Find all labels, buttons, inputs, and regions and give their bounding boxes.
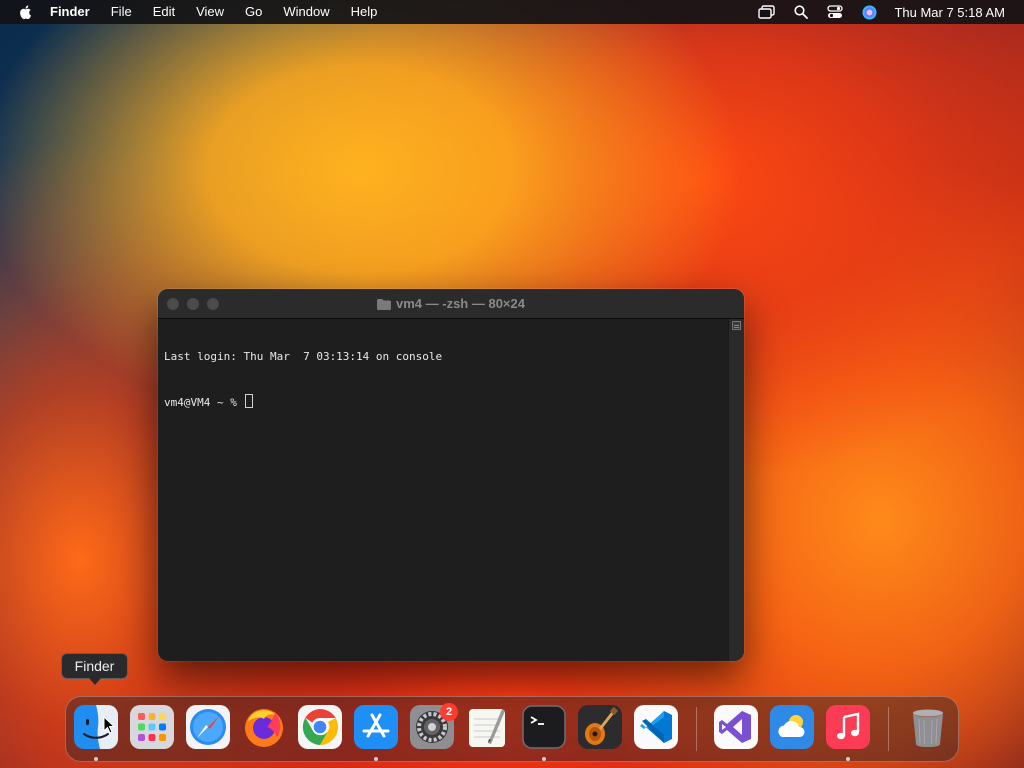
dock-garageband[interactable] (578, 705, 622, 749)
terminal-window[interactable]: vm4 — -zsh — 80×24 Last login: Thu Mar 7… (158, 289, 744, 661)
mouse-pointer-icon (103, 716, 115, 734)
dock-separator (888, 707, 889, 751)
menu-bar: Finder File Edit View Go Window Help Thu… (0, 0, 1024, 24)
weather-icon (770, 705, 814, 749)
dock-firefox[interactable] (242, 705, 286, 749)
dock: 2 (65, 696, 959, 762)
text-cursor (245, 393, 254, 408)
textedit-icon (469, 709, 505, 747)
terminal-icon (522, 705, 566, 749)
screen-mirroring-icon[interactable] (758, 4, 776, 20)
dock-app-store[interactable] (354, 705, 398, 749)
window-title-text: vm4 — -zsh — 80×24 (396, 296, 525, 311)
trash-icon (913, 709, 943, 747)
window-title: vm4 — -zsh — 80×24 (158, 296, 744, 311)
menu-window[interactable]: Window (283, 0, 329, 24)
running-indicator (542, 757, 546, 761)
menu-go[interactable]: Go (245, 0, 262, 24)
dock-tooltip: Finder (61, 653, 128, 685)
dock-vscode[interactable] (634, 705, 678, 749)
dock-chrome[interactable] (298, 705, 342, 749)
menu-finder[interactable]: Finder (50, 0, 90, 24)
launchpad-icon (130, 705, 174, 749)
menu-file[interactable]: File (111, 0, 132, 24)
dock-system-settings[interactable]: 2 (410, 703, 458, 749)
window-titlebar[interactable]: vm4 — -zsh — 80×24 (158, 289, 744, 319)
dock-launchpad[interactable] (130, 705, 174, 749)
visual-studio-icon (714, 705, 758, 749)
vscode-icon (634, 705, 678, 749)
control-center-icon[interactable] (826, 4, 844, 20)
menu-edit[interactable]: Edit (153, 0, 175, 24)
menu-view[interactable]: View (196, 0, 224, 24)
notification-badge: 2 (440, 703, 458, 721)
vertical-scrollbar[interactable] (728, 319, 744, 661)
terminal-prompt-line: vm4@VM4 ~ % (164, 393, 744, 411)
dock-safari[interactable] (186, 705, 230, 749)
dock-terminal[interactable] (522, 705, 566, 749)
menu-help[interactable]: Help (351, 0, 378, 24)
menu-clock[interactable]: Thu Mar 7 5:18 AM (894, 5, 1005, 20)
terminal-content[interactable]: Last login: Thu Mar 7 03:13:14 on consol… (158, 319, 744, 661)
safari-icon (186, 705, 230, 749)
dock-trash[interactable] (906, 705, 950, 749)
search-icon[interactable] (792, 4, 810, 20)
firefox-icon (245, 709, 283, 747)
dock-textedit[interactable] (466, 705, 510, 749)
music-icon (826, 705, 870, 749)
dock-music[interactable] (826, 705, 870, 749)
running-indicator (94, 757, 98, 761)
running-indicator (374, 757, 378, 761)
siri-icon[interactable] (860, 4, 878, 20)
dock-weather[interactable] (770, 705, 814, 749)
chrome-icon (298, 705, 342, 749)
folder-icon (377, 299, 391, 310)
running-indicator (846, 757, 850, 761)
guitar-icon (578, 705, 622, 749)
dock-visual-studio[interactable] (714, 705, 758, 749)
dock-separator (696, 707, 697, 751)
terminal-line-login: Last login: Thu Mar 7 03:13:14 on consol… (164, 350, 443, 363)
scroll-handle-icon[interactable] (732, 321, 741, 330)
terminal-prompt: vm4@VM4 ~ % (164, 395, 244, 409)
app-store-icon (354, 705, 398, 749)
apple-logo-icon[interactable] (18, 4, 34, 20)
